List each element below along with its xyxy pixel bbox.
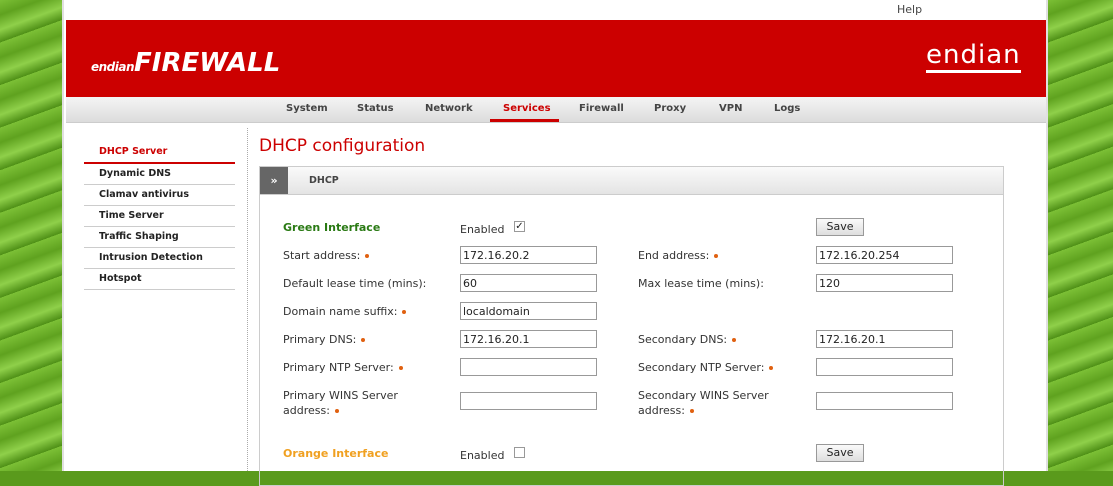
nav-services[interactable]: Services [503, 103, 551, 114]
content-divider [247, 128, 248, 471]
green-interface-title: Green Interface [283, 221, 381, 234]
nav-network[interactable]: Network [425, 103, 473, 114]
end-address-input[interactable] [816, 246, 953, 264]
max-lease-label: Max lease time (mins): [638, 277, 764, 290]
nav-system[interactable]: System [286, 103, 328, 114]
orange-interface-title: Orange Interface [283, 447, 389, 460]
required-dot-icon [732, 338, 737, 342]
nav-vpn[interactable]: VPN [719, 103, 742, 114]
primary-wins-input[interactable] [460, 392, 597, 410]
primary-ntp-input[interactable] [460, 358, 597, 376]
page-title: DHCP configuration [259, 136, 426, 156]
sidebar-item-dynamic-dns[interactable]: Dynamic DNS [84, 164, 235, 185]
green-enabled-label: Enabled [460, 223, 505, 236]
logo-small-text: endian [91, 60, 135, 74]
default-lease-input[interactable] [460, 274, 597, 292]
nav-proxy[interactable]: Proxy [654, 103, 686, 114]
max-lease-input[interactable] [816, 274, 953, 292]
sidebar-item-traffic-shaping[interactable]: Traffic Shaping [84, 227, 235, 248]
sidebar: DHCP Server Dynamic DNS Clamav antivirus… [84, 142, 235, 290]
primary-wins-label: Primary WINS Server address: [283, 389, 398, 417]
sidebar-item-intrusion-detection[interactable]: Intrusion Detection [84, 248, 235, 269]
logo-big-text: FIREWALL [134, 48, 281, 78]
header-banner: endianFIREWALL endian [66, 20, 1046, 97]
required-dot-icon [398, 366, 403, 370]
required-dot-icon [714, 254, 719, 258]
sidebar-item-clamav-antivirus[interactable]: Clamav antivirus [84, 185, 235, 206]
required-dot-icon [689, 409, 694, 413]
secondary-dns-label: Secondary DNS: [638, 333, 737, 346]
sidebar-item-hotspot[interactable]: Hotspot [84, 269, 235, 290]
panel-title: DHCP [309, 175, 339, 186]
required-dot-icon [402, 310, 407, 314]
default-lease-label: Default lease time (mins): [283, 277, 427, 290]
main-nav: System Status Network Services Firewall … [66, 97, 1046, 123]
nav-active-indicator [490, 119, 559, 122]
sidebar-item-dhcp-server[interactable]: DHCP Server [84, 142, 235, 164]
nav-logs[interactable]: Logs [774, 103, 800, 114]
orange-enabled-checkbox[interactable] [514, 447, 525, 458]
required-dot-icon [361, 338, 366, 342]
help-link[interactable]: Help [897, 3, 922, 16]
dhcp-panel: » DHCP Green Interface Enabled ✓ Save St… [259, 166, 1004, 486]
sidebar-item-time-server[interactable]: Time Server [84, 206, 235, 227]
secondary-ntp-input[interactable] [816, 358, 953, 376]
background-right [1048, 0, 1113, 471]
panel-toggle-button[interactable]: » [260, 167, 288, 194]
required-dot-icon [365, 254, 370, 258]
primary-dns-input[interactable] [460, 330, 597, 348]
primary-ntp-label: Primary NTP Server: [283, 361, 403, 374]
panel-header: » DHCP [260, 167, 1003, 195]
start-address-input[interactable] [460, 246, 597, 264]
nav-firewall[interactable]: Firewall [579, 103, 624, 114]
green-enabled-checkbox[interactable]: ✓ [514, 221, 525, 232]
page-container: Help endianFIREWALL endian System Status… [62, 0, 1048, 486]
orange-save-button[interactable]: Save [816, 444, 864, 462]
firewall-logo: endianFIREWALL [91, 48, 280, 78]
green-save-button[interactable]: Save [816, 218, 864, 236]
secondary-wins-input[interactable] [816, 392, 953, 410]
secondary-dns-input[interactable] [816, 330, 953, 348]
secondary-wins-label: Secondary WINS Server address: [638, 389, 769, 417]
domain-suffix-label: Domain name suffix: [283, 305, 407, 318]
required-dot-icon [334, 409, 339, 413]
endian-brand-logo: endian [926, 42, 1021, 73]
domain-suffix-input[interactable] [460, 302, 597, 320]
orange-enabled-label: Enabled [460, 449, 505, 462]
primary-dns-label: Primary DNS: [283, 333, 366, 346]
end-address-label: End address: [638, 249, 719, 262]
secondary-ntp-label: Secondary NTP Server: [638, 361, 774, 374]
nav-status[interactable]: Status [357, 103, 394, 114]
background-left [0, 0, 62, 471]
required-dot-icon [769, 366, 774, 370]
start-address-label: Start address: [283, 249, 370, 262]
